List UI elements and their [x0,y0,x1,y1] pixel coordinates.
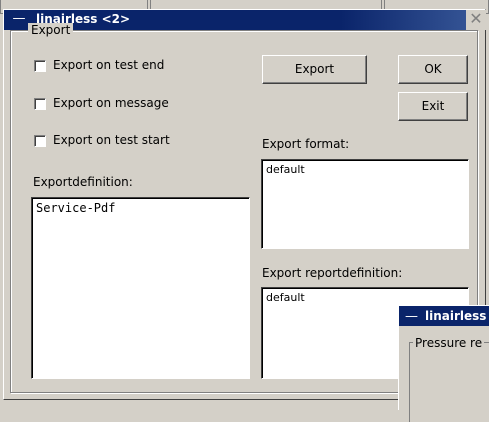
list-item[interactable]: Service-Pdf [36,201,245,215]
second-window-title-bar[interactable]: — linairless [399,306,489,326]
export-on-test-start-label: Export on test start [53,133,170,147]
export-reportdefinition-label: Export reportdefinition: [262,266,403,280]
export-group-label: Export [28,23,74,37]
exportdefinition-list[interactable]: Service-Pdf [31,197,250,379]
window-menu-icon[interactable]: — [12,12,26,27]
export-reportdefinition-value: default [266,291,305,304]
export-format-field[interactable]: default [261,159,469,249]
second-window-title: linairless [425,309,487,323]
title-bar[interactable]: — linairless <2> ✕ [4,10,486,30]
second-window-menu-icon[interactable]: — [405,309,418,324]
second-window: — linairless Pressure re [398,305,489,422]
pressure-groupbox [409,342,489,422]
pressure-group-label: Pressure re [413,336,485,350]
ok-button[interactable]: OK [398,55,468,84]
export-button[interactable]: Export [262,55,367,84]
close-icon[interactable]: ✕ [466,10,486,30]
exportdefinition-label: Exportdefinition: [33,175,133,189]
export-on-message-label: Export on message [53,96,169,110]
exit-button[interactable]: Exit [398,92,468,121]
export-on-test-end-checkbox[interactable] [34,60,46,72]
export-on-test-start-checkbox[interactable] [34,135,46,147]
export-format-label: Export format: [262,137,350,151]
export-format-value: default [266,163,305,176]
export-on-message-checkbox[interactable] [34,98,46,110]
export-on-test-end-label: Export on test end [53,58,165,72]
